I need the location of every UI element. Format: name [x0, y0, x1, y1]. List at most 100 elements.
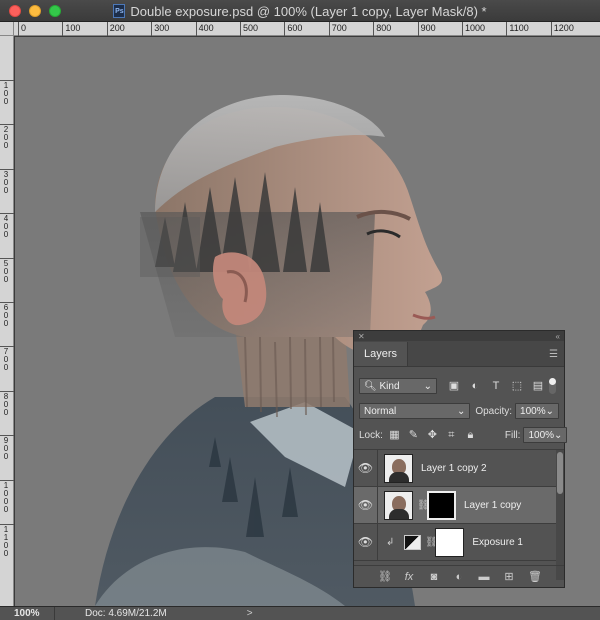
ruler-label: 700 — [3, 347, 9, 373]
ruler-label: 200 — [3, 125, 9, 151]
status-menu-arrow[interactable]: > — [247, 608, 253, 619]
chevron-down-icon: ⌄ — [423, 380, 432, 392]
layer-row-selected[interactable]: 👁︎ ⛓︎ Layer 1 copy — [354, 486, 564, 524]
ruler-tick — [328, 22, 330, 36]
collapse-panel-icon[interactable]: « — [556, 332, 560, 341]
title-bar: Ps Double exposure.psd @ 100% (Layer 1 c… — [0, 0, 600, 22]
layer-name: Layer 1 copy — [464, 499, 522, 511]
panel-header-bar: ✕ « — [354, 331, 564, 341]
layer-mask-thumbnail[interactable] — [427, 490, 456, 520]
ruler-label: 0 — [21, 23, 27, 33]
ruler-label: 1200 — [553, 23, 574, 33]
tab-layers[interactable]: Layers — [354, 342, 409, 366]
opacity-field[interactable]: 100% ⌄ — [515, 403, 559, 419]
filter-row: 🔍︎ Kind ⌄ ▣ ◐ T ⬚ ▤ — [354, 373, 564, 399]
shape-filter-icon[interactable]: ⬚ — [510, 379, 524, 393]
vertical-ruler[interactable]: 100 200 300 400 500 600 700 800 900 1000 1100 — [0, 36, 14, 606]
lock-image-icon[interactable]: ✎ — [407, 429, 420, 442]
chevron-down-icon: ⌄ — [554, 429, 563, 441]
doc-size: Doc: 4.69M/21.2M — [85, 608, 167, 619]
layer-mask-thumbnail[interactable] — [435, 527, 465, 557]
ruler-tick — [62, 22, 64, 36]
fx-icon[interactable]: fx — [403, 571, 415, 583]
lock-position-icon[interactable]: ✥ — [426, 429, 439, 442]
layer-name: Layer 1 copy 2 — [421, 462, 487, 474]
ruler-corner[interactable] — [0, 22, 14, 36]
lock-label: Lock: — [359, 429, 383, 441]
link-chain-icon[interactable]: ⛓︎ — [417, 500, 430, 511]
ruler-label: 900 — [420, 23, 436, 33]
ruler-tick — [18, 22, 19, 36]
new-layer-icon[interactable]: ⊞ — [503, 570, 515, 583]
type-filter-icon[interactable]: T — [489, 379, 503, 393]
fill-field[interactable]: 100% ⌄ — [523, 427, 568, 443]
link-chain-icon[interactable]: ⛓︎ — [425, 537, 438, 548]
exposure-adjustment-icon[interactable] — [404, 534, 422, 550]
fill-label: Fill: — [504, 429, 521, 441]
ruler-label: 1000 — [465, 23, 486, 33]
blend-mode-select[interactable]: Normal ⌄ — [359, 403, 471, 419]
zoom-level[interactable]: 100% — [0, 606, 55, 620]
adjustment-layer-icon[interactable]: ◐ — [453, 571, 465, 583]
layer-thumbnail — [384, 453, 413, 483]
blend-mode-value: Normal — [364, 405, 397, 417]
ruler-label: 500 — [3, 258, 9, 284]
status-bar: 100% Doc: 4.69M/21.2M > — [0, 606, 600, 620]
ruler-label: 1100 — [509, 23, 529, 33]
trash-icon[interactable]: 🗑︎ — [528, 570, 542, 583]
lock-icons: ▦ ✎ ✥ ⌗ 🔒︎ — [388, 429, 477, 442]
ruler-tick — [373, 22, 375, 36]
smart-object-filter-icon[interactable]: ▤ — [531, 379, 545, 393]
filter-kind-select[interactable]: 🔍︎ Kind ⌄ — [359, 378, 437, 394]
filter-kind-label: Kind — [379, 380, 400, 392]
pixel-filter-icon[interactable]: ▣ — [447, 379, 461, 393]
layer-name: Exposure 1 — [472, 536, 523, 548]
eye-icon[interactable]: 👁︎ — [354, 523, 378, 561]
filter-toggle[interactable] — [549, 378, 556, 394]
ruler-tick — [417, 22, 419, 36]
panel-footer: ⛓︎ fx ◙ ◐ ▬ ⊞ 🗑︎ — [354, 565, 564, 587]
ruler-label: 400 — [198, 23, 214, 33]
ruler-tick — [195, 22, 197, 36]
layers-panel: ✕ « Layers ☰ 🔍︎ Kind ⌄ ▣ ◐ T ⬚ ▤ Normal … — [353, 330, 568, 588]
panel-menu-icon[interactable]: ☰ — [549, 349, 558, 360]
search-icon: 🔍︎ — [364, 380, 377, 392]
adjustment-filter-icon[interactable]: ◐ — [468, 379, 482, 393]
layers-scrollbar[interactable] — [556, 450, 564, 580]
layer-row[interactable]: 👁︎ ↲ ⛓︎ Exposure 1 — [354, 523, 564, 561]
eye-icon[interactable]: 👁︎ — [354, 449, 378, 487]
layers-list: 👁︎ Layer 1 copy 2 👁︎ ⛓︎ Layer 1 copy 👁︎ … — [354, 449, 564, 580]
horizontal-ruler[interactable]: 0 100 200 300 400 500 600 700 800 900 1000 1100 1200 — [14, 22, 600, 36]
ruler-tick — [550, 22, 552, 36]
link-layers-icon[interactable]: ⛓︎ — [378, 570, 392, 583]
opacity-label: Opacity: — [475, 405, 513, 417]
lock-all-icon[interactable]: 🔒︎ — [464, 429, 477, 442]
ruler-label: 800 — [376, 23, 392, 33]
opacity-value: 100% — [520, 405, 546, 417]
ruler-label: 1000 — [3, 480, 9, 514]
lock-row: Lock: ▦ ✎ ✥ ⌗ 🔒︎ Fill: 100% ⌄ — [354, 423, 568, 447]
layer-thumbnail — [384, 490, 413, 520]
lock-transparent-icon[interactable]: ▦ — [388, 429, 401, 442]
ruler-label: 100 — [3, 81, 9, 106]
ruler-label: 300 — [154, 23, 170, 33]
layer-row[interactable]: 👁︎ Layer 1 copy 2 — [354, 449, 564, 487]
close-panel-icon[interactable]: ✕ — [358, 332, 365, 341]
panel-tabs: Layers ☰ — [354, 341, 564, 367]
clipping-arrow-icon: ↲ — [386, 536, 395, 548]
blend-row: Normal ⌄ Opacity: 100% ⌄ — [354, 399, 564, 423]
ruler-tick — [284, 22, 286, 36]
eye-icon[interactable]: 👁︎ — [354, 486, 378, 524]
ruler-label: 300 — [3, 169, 9, 195]
ruler-tick — [506, 22, 508, 36]
ruler-label: 800 — [3, 391, 9, 417]
ruler-label: 400 — [3, 214, 9, 240]
ruler-label: 600 — [3, 303, 9, 328]
group-folder-icon[interactable]: ▬ — [478, 571, 490, 583]
add-mask-icon[interactable]: ◙ — [428, 571, 440, 583]
psd-icon: Ps — [113, 4, 126, 18]
lock-artboard-icon[interactable]: ⌗ — [445, 429, 458, 442]
ruler-label: 1100 — [3, 525, 9, 558]
ruler-tick — [106, 22, 108, 36]
window-title: Double exposure.psd @ 100% (Layer 1 copy… — [130, 3, 487, 19]
